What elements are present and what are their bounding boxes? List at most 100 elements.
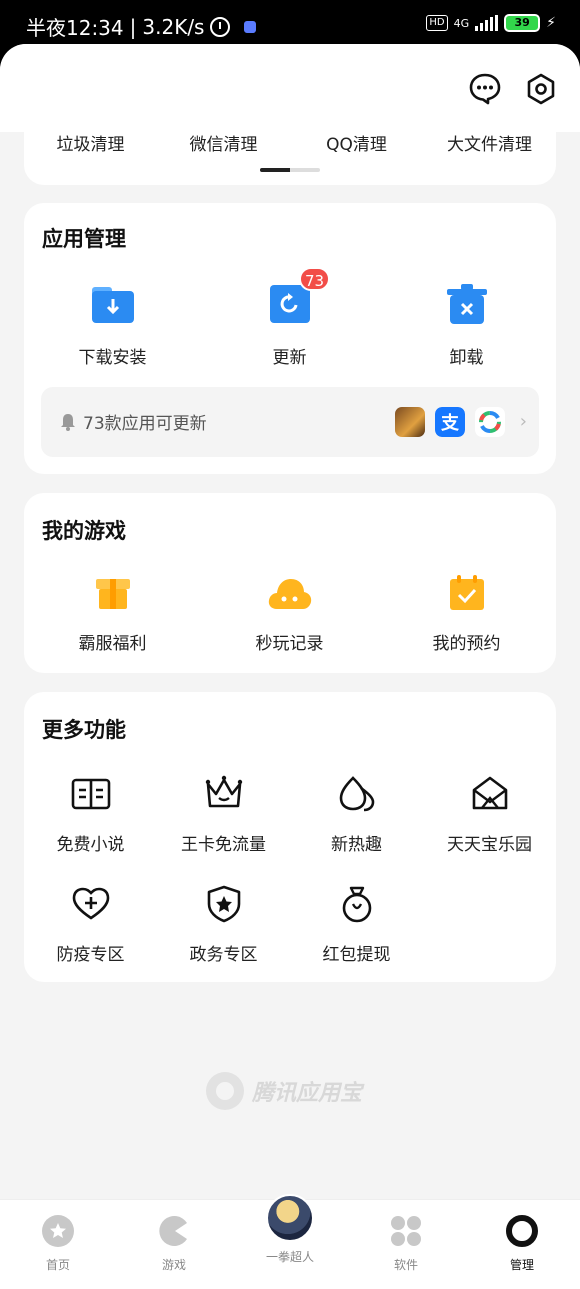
apps-grid-icon: [391, 1216, 421, 1246]
instant-play-item[interactable]: 秒玩记录: [201, 573, 378, 654]
nav-label: 首页: [45, 1258, 70, 1272]
status-speed: 3.2K/s: [142, 14, 205, 39]
item-label: 下载安装: [78, 348, 147, 368]
item-label: 免费小说: [56, 835, 125, 855]
hd-indicator: HD: [426, 15, 448, 31]
item-label: 王卡免流量: [181, 835, 266, 855]
clean-card: 垃圾清理 微信清理 QQ清理 大文件清理: [24, 118, 556, 185]
app-surface: 垃圾清理 微信清理 QQ清理 大文件清理 应用管理 下载安装 73 更新 卸载 …: [0, 44, 580, 1289]
bottom-nav: 首页 游戏 一拳超人 软件 管理: [0, 1194, 580, 1289]
update-badge: 73: [299, 267, 331, 291]
nav-label: 管理: [509, 1258, 534, 1272]
red-packet-item[interactable]: 红包提现: [290, 882, 423, 965]
king-card-item[interactable]: 王卡免流量: [157, 772, 290, 855]
item-label: 霸服福利: [78, 634, 147, 654]
item-label: 新热趣: [331, 835, 382, 855]
manage-ring-icon: [506, 1215, 538, 1247]
message-icon[interactable]: [468, 72, 502, 106]
watermark-text: 腾讯应用宝: [252, 1081, 363, 1106]
nav-label: 软件: [393, 1258, 418, 1272]
section-title: 应用管理: [42, 227, 126, 251]
clean-tabs: 垃圾清理 微信清理 QQ清理 大文件清理: [24, 130, 556, 155]
signal-icon: [475, 15, 499, 31]
book-icon: [71, 778, 110, 810]
calendar-check-icon: [449, 575, 484, 610]
chevron-right-icon: ›: [519, 411, 527, 432]
page-indicator: [260, 168, 320, 172]
settings-icon[interactable]: [524, 72, 558, 106]
free-novel-item[interactable]: 免费小说: [24, 772, 157, 855]
download-folder-icon: [91, 287, 134, 323]
alipay-icon: 支: [435, 407, 465, 437]
shield-star-icon: [207, 885, 240, 923]
item-label: 秒玩记录: [255, 634, 324, 654]
nav-label: 游戏: [161, 1258, 186, 1272]
app-logo-icon: [206, 1072, 244, 1110]
server-benefit-item[interactable]: 霸服福利: [24, 573, 201, 654]
home-star-icon: [42, 1215, 74, 1247]
app-manage-items: 下载安装 73 更新 卸载: [24, 267, 556, 368]
clean-item-junk[interactable]: 垃圾清理: [24, 130, 157, 155]
drop-icon: [339, 776, 374, 812]
status-time: 半夜12:34: [26, 16, 124, 40]
item-label: 我的预约: [432, 634, 501, 654]
alarm-icon: [210, 16, 231, 37]
clean-item-qq[interactable]: QQ清理: [290, 130, 423, 155]
nav-games[interactable]: 游戏: [116, 1200, 232, 1289]
battery-icon: 39: [504, 14, 541, 32]
notification-app-icon: [244, 20, 257, 33]
charging-icon: ⚡: [546, 15, 556, 31]
item-label: 更新: [272, 348, 307, 368]
my-reservation-item[interactable]: 我的预约: [378, 573, 555, 654]
svg-text:支: 支: [440, 412, 460, 434]
paradise-item[interactable]: 天天宝乐园: [423, 772, 556, 855]
nav-featured-game[interactable]: 一拳超人: [232, 1194, 348, 1289]
featured-game-avatar: [266, 1194, 314, 1242]
download-install-item[interactable]: 下载安装: [24, 281, 201, 368]
update-notice-bar[interactable]: 73款应用可更新 支 ›: [41, 387, 539, 457]
update-app-icons: 支: [395, 407, 505, 437]
nav-home[interactable]: 首页: [0, 1200, 116, 1289]
bell-icon: [61, 414, 75, 431]
status-left: 半夜12:34 | 3.2K/s: [26, 12, 257, 41]
update-item[interactable]: 73 更新: [201, 267, 378, 368]
update-notice-text: 73款应用可更新: [83, 414, 207, 434]
new-fun-item[interactable]: 新热趣: [290, 772, 423, 855]
network-type: 4G: [453, 16, 470, 30]
section-title: 更多功能: [42, 718, 126, 742]
game-app-icon: [395, 407, 425, 437]
nav-label: 一拳超人: [265, 1250, 314, 1264]
more-row-1: 免费小说 王卡免流量 新热趣 天天宝乐园: [24, 772, 556, 855]
uninstall-icon: [446, 284, 487, 324]
clean-item-wechat[interactable]: 微信清理: [157, 130, 290, 155]
status-separator: |: [129, 14, 137, 39]
government-zone-item[interactable]: 政务专区: [157, 882, 290, 965]
item-label: 红包提现: [322, 945, 391, 965]
item-label: 天天宝乐园: [447, 835, 532, 855]
my-games-card: 我的游戏 霸服福利 秒玩记录 我的预约: [24, 493, 556, 673]
more-features-card: 更多功能 免费小说 王卡免流量 新热趣 天天宝乐园 防疫专区 政务专区 红包提现: [24, 692, 556, 982]
crown-icon: [205, 775, 242, 808]
money-bag-icon: [342, 886, 371, 923]
nav-software[interactable]: 软件: [348, 1200, 464, 1289]
uninstall-item[interactable]: 卸载: [378, 281, 555, 368]
nav-manage[interactable]: 管理: [464, 1200, 580, 1289]
my-games-items: 霸服福利 秒玩记录 我的预约: [24, 573, 556, 654]
pacman-icon: [159, 1216, 187, 1246]
tent-icon: [472, 776, 507, 810]
section-title: 我的游戏: [42, 519, 126, 543]
item-label: 防疫专区: [56, 945, 125, 965]
item-label: 政务专区: [189, 945, 258, 965]
cloud-game-icon: [268, 579, 311, 609]
epidemic-zone-item[interactable]: 防疫专区: [24, 882, 157, 965]
clean-item-large-files[interactable]: 大文件清理: [423, 130, 556, 155]
status-bar: 半夜12:34 | 3.2K/s HD 4G 39 ⚡: [0, 0, 580, 48]
brand-watermark: 腾讯应用宝: [206, 1072, 362, 1110]
item-label: 卸载: [449, 348, 484, 368]
colorful-app-icon: [475, 407, 505, 437]
more-row-2: 防疫专区 政务专区 红包提现: [24, 882, 556, 965]
gift-icon: [95, 579, 130, 609]
app-manage-card: 应用管理 下载安装 73 更新 卸载 73款应用可更新 支 ›: [24, 203, 556, 474]
status-right: HD 4G 39 ⚡: [426, 14, 556, 32]
heart-plus-icon: [72, 887, 109, 920]
